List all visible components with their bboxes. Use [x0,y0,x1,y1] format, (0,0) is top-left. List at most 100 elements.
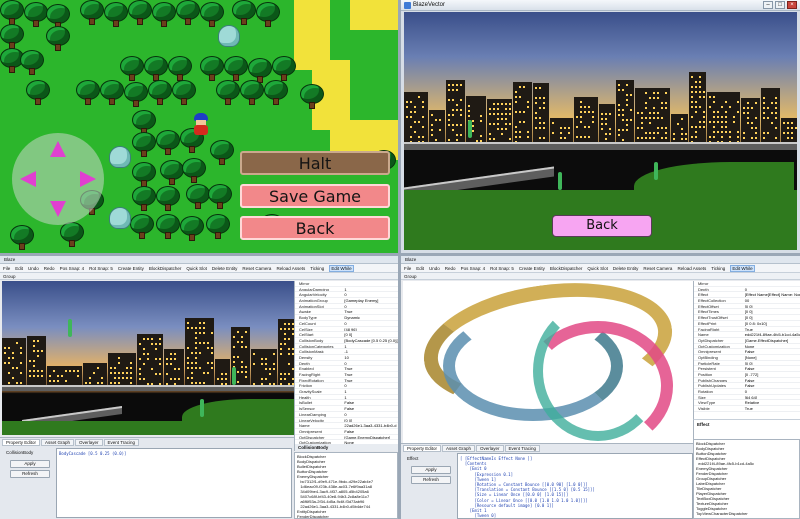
toolbar-item[interactable]: Reset Camera [242,266,271,271]
scene-viewport[interactable] [2,281,294,435]
property-grid[interactable]: Mirror AngularDamping 1 AngularVelocity 0 Ani… [294,281,398,444]
toolbar-item[interactable]: Reset Camera [643,266,672,271]
bottom-tab[interactable]: Overlayer [476,445,504,452]
toolbar-item[interactable]: Delete Entity [613,266,639,271]
toolbar-item[interactable]: Ticking [310,266,324,271]
tab-group[interactable]: Group [0,273,398,280]
toolbar-item[interactable]: Edit While [730,264,755,272]
property-value[interactable]: 0 [342,321,398,326]
save-game-button[interactable]: Save Game [240,184,390,208]
tree-item[interactable]: TopViewCharacterDispatcher [696,511,797,516]
property-value[interactable]: 00 [743,298,800,303]
toolbar-item[interactable]: Quick Slot [587,266,608,271]
property-value[interactable]: False [342,400,398,405]
property-value[interactable]: [0 0] [342,332,398,337]
property-value[interactable]: 0 [743,287,800,292]
toolbar-item[interactable]: Delete Entity [212,266,238,271]
property-value[interactable]: [None] [743,355,800,360]
property-value[interactable]: None [743,344,800,349]
dpad-right-arrow[interactable] [80,171,96,187]
toolbar-item[interactable]: Redo [44,266,55,271]
toolbar-item[interactable]: Pos Snap: 4 [461,266,486,271]
toolbar-item[interactable]: Rot Snap: 5 [89,266,113,271]
toolbar-item[interactable]: Edit While [329,264,354,272]
toolbar-item[interactable]: BlockDispatcher [149,266,182,271]
property-value[interactable]: [0 0] [743,315,800,320]
property-value[interactable]: 1 [342,395,398,400]
toolbar-item[interactable]: Create Entity [118,266,144,271]
toolbar-item[interactable]: Edit [416,266,424,271]
toolbar-item[interactable]: Quick Slot [186,266,207,271]
property-value[interactable]: [Game.EffectDispatcher] [743,338,800,343]
property-value[interactable]: False [743,378,800,383]
toolbar-item[interactable]: Reload Assets [276,266,305,271]
toolbar-item[interactable]: File [404,266,411,271]
property-value[interactable]: [0 -772] [743,372,800,377]
property-value[interactable]: 0 [342,412,398,417]
property-value[interactable]: 10 [342,355,398,360]
toolbar-item[interactable]: Pos Snap: 4 [60,266,85,271]
property-value[interactable]: 1 [342,344,398,349]
apply-button[interactable]: Apply [10,460,50,468]
back-button[interactable]: Back [240,216,390,240]
property-value[interactable] [743,281,800,286]
property-grid[interactable]: Mirror Depth 0 Effect [Effect Name[Effect] N… [693,281,800,419]
toolbar-item[interactable]: Rot Snap: 5 [490,266,514,271]
property-value[interactable]: 1 [342,287,398,292]
property-value[interactable]: [48 96] [342,327,398,332]
property-value[interactable]: False [743,366,800,371]
dispatcher-tree[interactable]: BlockDispatcher BodyDispatcher BulletDispa… [294,452,398,519]
property-value[interactable]: False [342,429,398,434]
tab-group[interactable]: Group [401,273,800,280]
property-value[interactable]: [0 0] [342,418,398,423]
apply-button[interactable]: Apply [411,466,451,474]
property-value[interactable]: 0 [743,389,800,394]
property-value[interactable]: [Gameplay Enemy] [342,298,398,303]
property-value[interactable]: [Effect Name[Effect] Name: None ] [743,292,800,297]
property-value[interactable]: True [743,327,800,332]
property-value[interactable]: [Game.EnemyDispatcher] [342,435,398,440]
toolbar-item[interactable]: Ticking [711,266,725,271]
property-value[interactable] [342,281,398,286]
property-value[interactable]: -1 [342,349,398,354]
maximize-icon[interactable]: □ [775,1,785,9]
property-value[interactable]: [64 64] [743,395,800,400]
code-editor[interactable]: [ [EffectNameIs Effect None ]] [Contents… [457,453,693,519]
toolbar-item[interactable]: File [3,266,10,271]
property-value[interactable]: False [743,383,800,388]
property-value[interactable]: [BodyCascade [0.5 0.25 (0.0)]] [342,338,398,343]
property-value[interactable]: [0 0] [743,361,800,366]
bottom-tab[interactable]: Property Editor [403,445,442,452]
refresh-button[interactable]: Refresh [10,470,50,478]
property-value[interactable]: True [342,378,398,383]
property-value[interactable]: True [342,372,398,377]
code-editor[interactable]: BodyCascade [0.5 0.25 (0.0)] [56,448,292,518]
close-icon[interactable]: × [787,1,797,9]
property-value[interactable]: 0 [342,361,398,366]
virtual-dpad[interactable] [12,133,104,225]
toolbar-item[interactable]: BlockDispatcher [550,266,583,271]
dpad-down-arrow[interactable] [50,201,66,217]
bottom-tab[interactable]: Event Tracing [504,445,541,452]
toolbar-item[interactable]: Create Entity [519,266,545,271]
halt-button[interactable]: Halt [240,151,390,175]
property-row[interactable]: Visible True [694,406,800,412]
toolbar-item[interactable]: Redo [445,266,456,271]
minimize-icon[interactable]: – [763,1,773,9]
toolbar-item[interactable]: Reload Assets [677,266,706,271]
property-value[interactable]: [0 0] [743,304,800,309]
property-value[interactable]: Dynamic [342,315,398,320]
property-value[interactable]: 1 [342,389,398,394]
property-value[interactable]: 22ad26e1-3aa3-4331-b4b0-d [342,423,398,428]
property-value[interactable]: Relative [743,400,800,405]
property-value[interactable]: [0 0 8: 0x10] [743,321,800,326]
toolbar-item[interactable]: Undo [429,266,440,271]
refresh-button[interactable]: Refresh [411,476,451,484]
property-value[interactable]: False [743,349,800,354]
bottom-tab[interactable]: Event Tracing [103,439,140,446]
property-value[interactable]: True [743,406,800,411]
property-value[interactable]: False [342,406,398,411]
property-value[interactable]: [0 0] [743,309,800,314]
back-button[interactable]: Back [552,215,652,237]
property-value[interactable]: True [342,309,398,314]
